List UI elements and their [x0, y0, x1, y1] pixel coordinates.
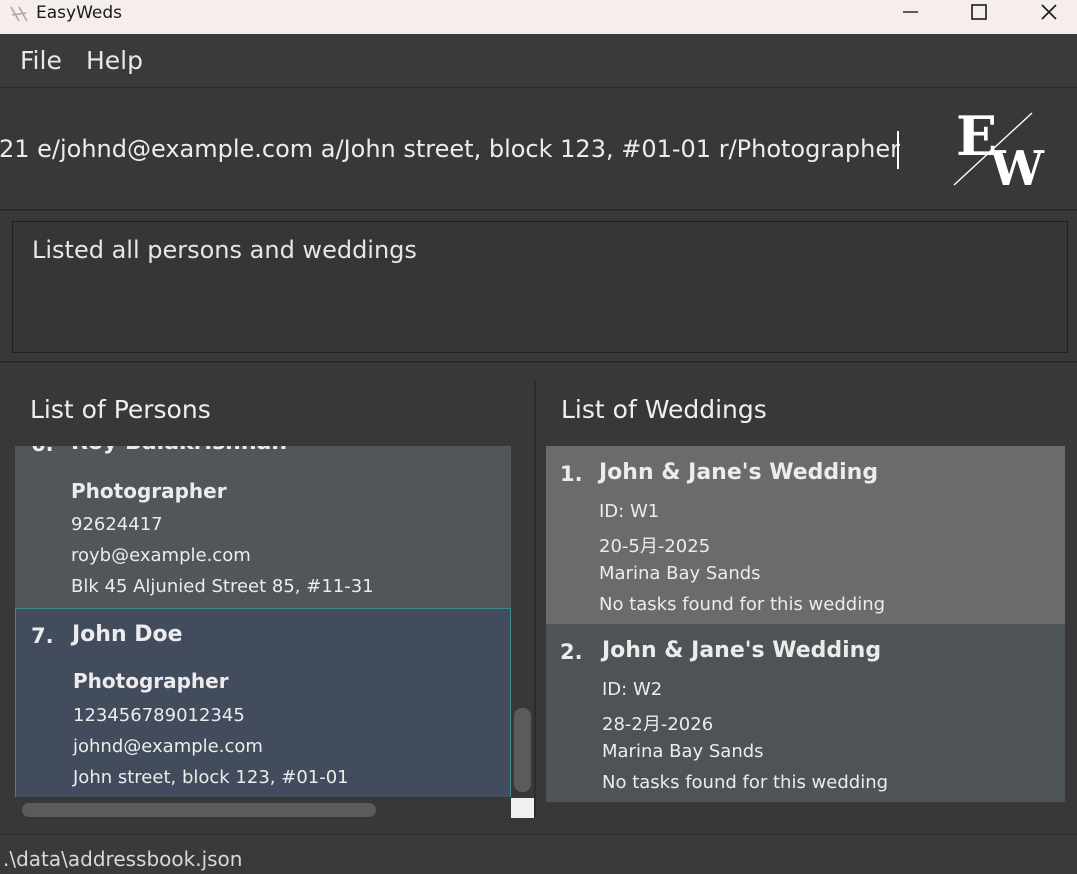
- wedding-date: 28-2月-2026: [602, 714, 714, 735]
- close-button[interactable]: [1014, 0, 1077, 34]
- wedding-index: 2.: [560, 640, 583, 664]
- wedding-name: John & Jane's Wedding: [602, 638, 882, 663]
- person-email: johnd@example.com: [73, 736, 263, 757]
- wedding-id: ID: W2: [602, 679, 663, 700]
- maximize-icon: [971, 4, 987, 20]
- svg-text:W: W: [989, 141, 1045, 189]
- wedding-name: John & Jane's Wedding: [599, 460, 879, 485]
- person-address: Blk 45 Aljunied Street 85, #11-31: [71, 576, 374, 597]
- save-location: .\data\addressbook.json: [3, 847, 243, 871]
- person-email: royb@example.com: [71, 545, 251, 566]
- person-role: Photographer: [71, 479, 227, 503]
- person-index: 6.: [31, 446, 54, 456]
- person-phone: 123456789012345: [73, 705, 245, 726]
- result-display: Listed all persons and weddings: [12, 221, 1068, 353]
- wedding-venue: Marina Bay Sands: [599, 563, 761, 584]
- weddings-list[interactable]: 1. John & Jane's Wedding ID: W1 20-5月-20…: [546, 446, 1065, 802]
- persons-vertical-scroll-thumb[interactable]: [514, 708, 531, 792]
- persons-panel-title: List of Persons: [30, 395, 211, 424]
- window-title: EasyWeds: [36, 3, 122, 23]
- wedding-id: ID: W1: [599, 501, 660, 522]
- person-card[interactable]: 6. Roy Balakrishnan Photographer 9262441…: [15, 446, 511, 608]
- easyweds-logo: E W: [953, 105, 1045, 189]
- command-box: 7654321 e/johnd@example.com a/John stree…: [0, 89, 1077, 211]
- person-name: John Doe: [72, 622, 183, 647]
- person-role: Photographer: [73, 669, 229, 693]
- persons-horizontal-scroll-thumb[interactable]: [22, 803, 376, 817]
- scroll-corner: [511, 798, 534, 818]
- wedding-date: 20-5月-2025: [599, 536, 711, 557]
- person-index: 7.: [31, 624, 54, 648]
- person-card-selected[interactable]: 7. John Doe Photographer 123456789012345…: [15, 608, 511, 797]
- menu-file[interactable]: File: [20, 46, 62, 75]
- text-caret: [897, 131, 899, 169]
- person-address: John street, block 123, #01-01: [73, 767, 349, 788]
- wedding-tasks: No tasks found for this wedding: [599, 594, 886, 615]
- wedding-venue: Marina Bay Sands: [602, 741, 764, 762]
- status-bar: .\data\addressbook.json: [0, 834, 1077, 874]
- panel-divider[interactable]: [534, 381, 536, 817]
- result-display-area: Listed all persons and weddings: [0, 213, 1077, 363]
- lists-section: List of Persons List of Weddings 6. Roy …: [0, 365, 1077, 834]
- weddings-panel-title: List of Weddings: [561, 395, 767, 424]
- person-name: Roy Balakrishnan: [71, 446, 287, 455]
- menu-help[interactable]: Help: [86, 46, 143, 75]
- title-bar: EasyWeds: [0, 0, 1077, 34]
- minimize-button[interactable]: [876, 0, 944, 34]
- wedding-index: 1.: [560, 462, 583, 486]
- app-icon: [10, 6, 28, 22]
- command-text: 7654321 e/johnd@example.com a/John stree…: [0, 135, 900, 163]
- person-phone: 92624417: [71, 514, 163, 535]
- minimize-icon: [903, 11, 918, 13]
- menu-bar: File Help: [0, 34, 1077, 88]
- close-icon: [1041, 4, 1057, 20]
- result-message: Listed all persons and weddings: [32, 236, 417, 264]
- persons-list[interactable]: 6. Roy Balakrishnan Photographer 9262441…: [15, 446, 511, 797]
- wedding-card-selected[interactable]: 1. John & Jane's Wedding ID: W1 20-5月-20…: [546, 446, 1065, 624]
- maximize-button[interactable]: [944, 0, 1012, 34]
- wedding-card[interactable]: 2. John & Jane's Wedding ID: W2 28-2月-20…: [546, 624, 1065, 802]
- wedding-tasks: No tasks found for this wedding: [602, 772, 889, 793]
- command-input[interactable]: 7654321 e/johnd@example.com a/John stree…: [0, 129, 900, 173]
